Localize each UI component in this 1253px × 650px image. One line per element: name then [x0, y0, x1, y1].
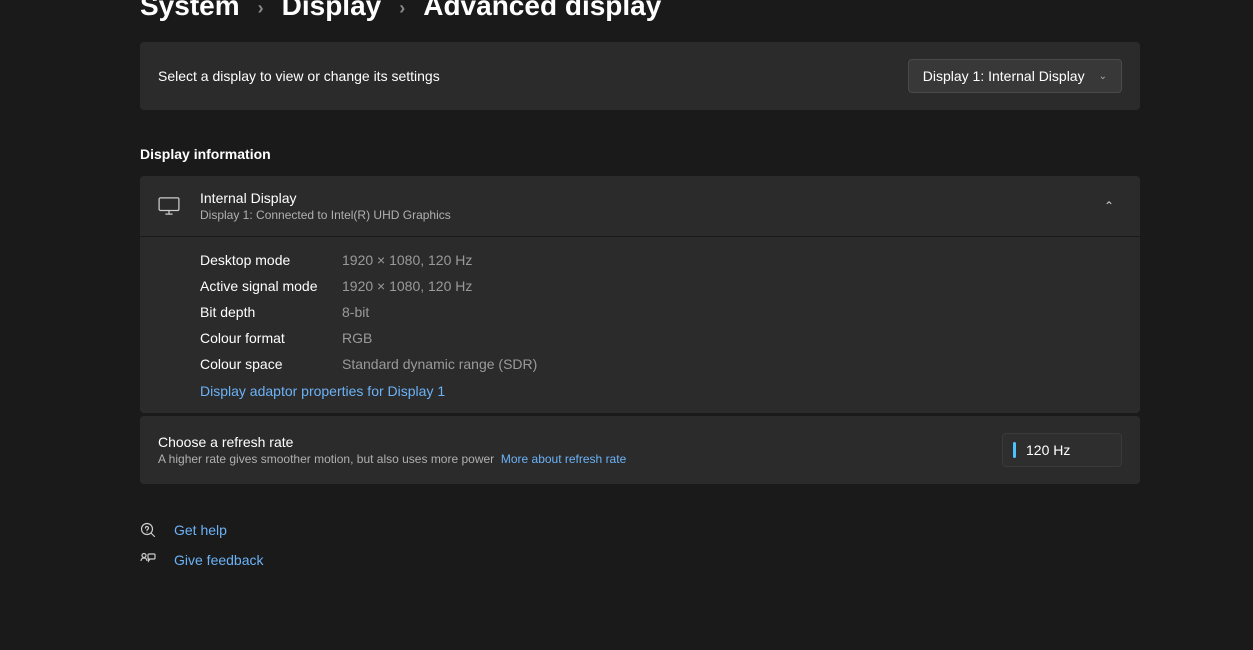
chevron-down-icon: ⌄	[1099, 71, 1107, 82]
info-row-colour-space: Colour space Standard dynamic range (SDR…	[200, 351, 1122, 377]
help-icon	[140, 522, 156, 538]
give-feedback-link[interactable]: Give feedback	[140, 552, 1253, 568]
give-feedback-label: Give feedback	[174, 552, 264, 568]
display-info-title: Internal Display	[200, 190, 1084, 206]
refresh-rate-card: Choose a refresh rate A higher rate give…	[140, 416, 1140, 484]
get-help-link[interactable]: Get help	[140, 522, 1253, 538]
breadcrumb-display[interactable]: Display	[282, 0, 382, 22]
info-val: 1920 × 1080, 120 Hz	[342, 278, 472, 294]
info-val: Standard dynamic range (SDR)	[342, 356, 537, 372]
refresh-rate-title: Choose a refresh rate	[158, 434, 1002, 450]
breadcrumb-advanced: Advanced display	[423, 0, 661, 22]
display-info-subtitle: Display 1: Connected to Intel(R) UHD Gra…	[200, 208, 1084, 222]
info-val: 1920 × 1080, 120 Hz	[342, 252, 472, 268]
section-title: Display information	[140, 146, 1253, 162]
display-info-card: Internal Display Display 1: Connected to…	[140, 176, 1140, 413]
info-key: Desktop mode	[200, 252, 342, 268]
info-val: RGB	[342, 330, 372, 346]
info-row-desktop-mode: Desktop mode 1920 × 1080, 120 Hz	[200, 247, 1122, 273]
chevron-right-icon: ›	[399, 0, 405, 19]
refresh-rate-dropdown[interactable]: 120 Hz	[1002, 433, 1122, 467]
display-selector-value: Display 1: Internal Display	[923, 68, 1085, 84]
info-key: Colour format	[200, 330, 342, 346]
info-row-active-signal: Active signal mode 1920 × 1080, 120 Hz	[200, 273, 1122, 299]
feedback-icon	[140, 552, 156, 568]
display-selector-card: Select a display to view or change its s…	[140, 42, 1140, 110]
get-help-label: Get help	[174, 522, 227, 538]
info-val: 8-bit	[342, 304, 369, 320]
accent-bar	[1013, 442, 1016, 458]
monitor-icon	[158, 197, 180, 215]
refresh-rate-subtitle: A higher rate gives smoother motion, but…	[158, 452, 1002, 466]
chevron-up-icon[interactable]: ⌃	[1104, 199, 1122, 213]
more-about-refresh-link[interactable]: More about refresh rate	[501, 452, 626, 466]
info-key: Colour space	[200, 356, 342, 372]
info-key: Active signal mode	[200, 278, 342, 294]
adapter-properties-link[interactable]: Display adaptor properties for Display 1	[200, 383, 445, 399]
display-info-details: Desktop mode 1920 × 1080, 120 Hz Active …	[140, 237, 1140, 413]
display-info-header[interactable]: Internal Display Display 1: Connected to…	[140, 176, 1140, 237]
display-selector-label: Select a display to view or change its s…	[158, 68, 440, 84]
breadcrumb-system[interactable]: System	[140, 0, 240, 22]
info-row-colour-format: Colour format RGB	[200, 325, 1122, 351]
footer-links: Get help Give feedback	[140, 522, 1253, 568]
display-selector-dropdown[interactable]: Display 1: Internal Display ⌄	[908, 59, 1122, 93]
breadcrumb: System › Display › Advanced display	[140, 0, 1253, 22]
info-key: Bit depth	[200, 304, 342, 320]
chevron-right-icon: ›	[258, 0, 264, 19]
info-row-bit-depth: Bit depth 8-bit	[200, 299, 1122, 325]
refresh-rate-value: 120 Hz	[1026, 442, 1070, 458]
